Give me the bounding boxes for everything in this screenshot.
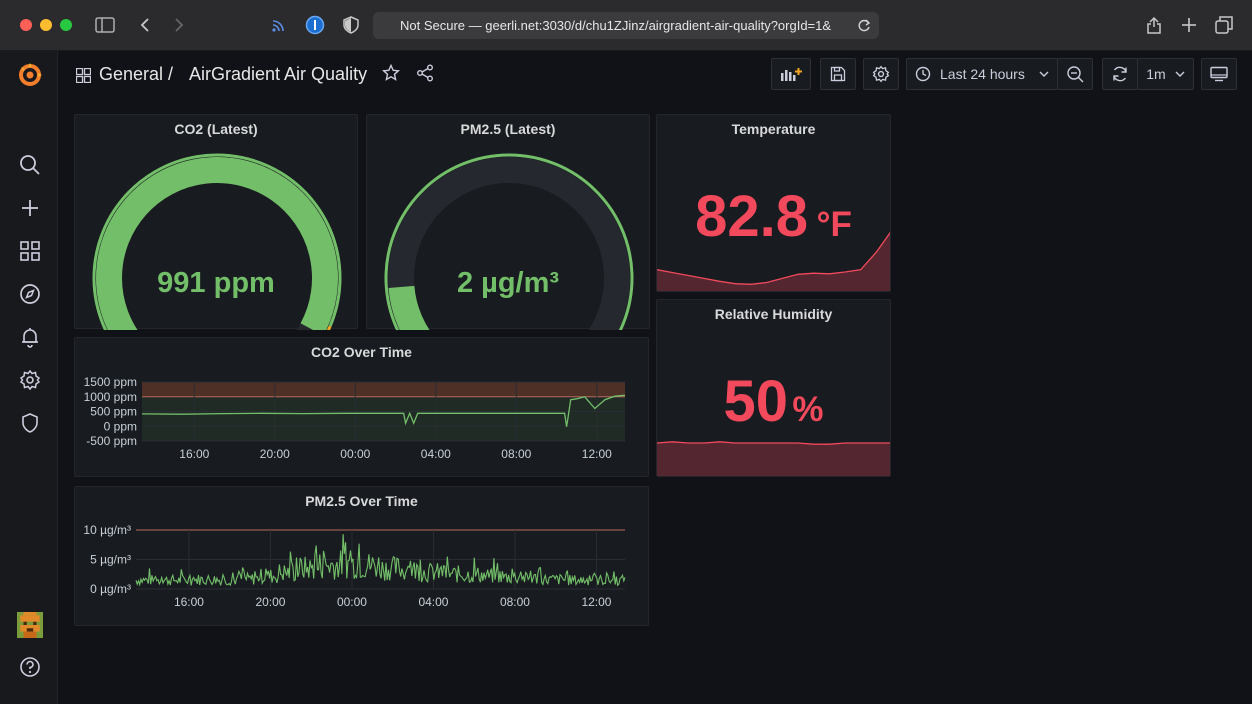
temperature-unit: °F <box>816 205 852 244</box>
monitor-icon <box>1210 66 1228 82</box>
reload-icon[interactable] <box>857 19 871 33</box>
x-tick-label: 00:00 <box>337 595 367 609</box>
humidity-stat: 50 % <box>657 368 890 435</box>
x-tick-label: 20:00 <box>260 447 290 461</box>
privacy-shield-icon[interactable] <box>339 13 363 37</box>
dashboard-settings-button[interactable] <box>863 58 899 90</box>
cycle-view-mode-button[interactable] <box>1201 58 1237 90</box>
alerting-bell-icon[interactable] <box>17 324 43 350</box>
dashboards-icon[interactable] <box>17 238 43 264</box>
close-window-button[interactable] <box>20 19 32 31</box>
y-tick-label: 5 µg/m³ <box>90 553 131 567</box>
time-range-picker[interactable]: Last 24 hours <box>906 58 1058 90</box>
settings-gear-icon <box>872 65 890 83</box>
y-tick-label: -500 ppm <box>86 434 137 448</box>
clock-icon <box>915 66 931 82</box>
refresh-interval-label: 1m <box>1146 66 1166 82</box>
x-tick-label: 04:00 <box>418 595 448 609</box>
co2-latest-value: 991 ppm <box>157 267 275 299</box>
search-icon[interactable] <box>17 152 43 178</box>
zoom-out-icon <box>1067 66 1084 83</box>
y-tick-label: 0 ppm <box>104 419 137 433</box>
temperature-value: 82.8 <box>695 184 809 249</box>
temperature-panel[interactable]: Temperature 82.8 °F <box>656 114 891 292</box>
dashboard-title[interactable]: AirGradient Air Quality <box>189 64 367 85</box>
co2-over-time-chart: 1500 ppm1000 ppm500 ppm0 ppm-500 ppm 16:0… <box>84 375 626 461</box>
tab-overview-icon[interactable] <box>1212 13 1236 37</box>
breadcrumb-separator: / <box>168 64 174 84</box>
chevron-down-icon <box>1039 71 1049 77</box>
save-dashboard-button[interactable] <box>820 58 856 90</box>
sidebar-toggle-icon[interactable] <box>93 13 117 37</box>
x-tick-label: 08:00 <box>501 447 531 461</box>
pm25-latest-value: 2 µg/m³ <box>456 267 560 299</box>
humidity-unit: % <box>792 390 824 429</box>
x-tick-label: 04:00 <box>421 447 451 461</box>
minimize-window-button[interactable] <box>40 19 52 31</box>
refresh-button[interactable] <box>1102 58 1138 90</box>
zoom-out-button[interactable] <box>1057 58 1093 90</box>
x-tick-label: 16:00 <box>174 595 204 609</box>
refresh-interval-picker[interactable]: 1m <box>1137 58 1194 90</box>
create-icon[interactable] <box>17 195 43 221</box>
forward-icon[interactable] <box>167 13 191 37</box>
x-tick-label: 12:00 <box>581 595 611 609</box>
star-icon[interactable] <box>382 64 400 82</box>
temperature-stat: 82.8 °F <box>657 183 890 250</box>
x-tick-label: 08:00 <box>500 595 530 609</box>
x-tick-label: 20:00 <box>255 595 285 609</box>
share-dashboard-icon[interactable] <box>416 64 434 82</box>
server-admin-shield-icon[interactable] <box>17 410 43 436</box>
refresh-interval-chevron-icon <box>1175 71 1185 77</box>
refresh-icon <box>1113 66 1127 82</box>
rss-icon[interactable] <box>267 13 291 37</box>
breadcrumb-folder[interactable]: General <box>99 64 163 85</box>
x-tick-label: 00:00 <box>340 447 370 461</box>
new-tab-icon[interactable] <box>1177 13 1201 37</box>
y-tick-label: 1500 ppm <box>84 375 137 389</box>
url-text: Not Secure — geerli.net:3030/d/chu1ZJinz… <box>400 18 832 33</box>
x-tick-label: 16:00 <box>179 447 209 461</box>
back-icon[interactable] <box>133 13 157 37</box>
y-tick-label: 0 µg/m³ <box>90 582 131 596</box>
humidity-panel[interactable]: Relative Humidity 50 % <box>656 299 891 477</box>
grafana-sidebar <box>0 51 58 704</box>
co2-over-time-panel[interactable]: CO2 Over Time 1500 ppm 1000 ppm 500 ppm 0 p… <box>74 337 649 477</box>
dashboard-grid-icon <box>76 68 91 83</box>
save-icon <box>830 66 846 82</box>
share-icon[interactable] <box>1142 13 1166 37</box>
grafana-logo-icon[interactable] <box>17 62 43 88</box>
x-tick-label: 12:00 <box>582 447 612 461</box>
co2-latest-panel[interactable]: CO2 (Latest) 991 ppm <box>74 114 358 330</box>
temperature-title: Temperature <box>731 121 816 137</box>
pm25-over-time-chart: 10 µg/m³ 5 µg/m³ 0 µg/m³ 16:00 20:00 00:00 04:… <box>83 523 626 609</box>
humidity-title: Relative Humidity <box>714 306 833 322</box>
dashboard-navbar: General / AirGradient Air Quality Last 2… <box>58 51 1252 101</box>
password-manager-icon[interactable] <box>303 13 327 37</box>
y-tick-label: 1000 ppm <box>84 390 137 404</box>
address-bar[interactable]: Not Secure — geerli.net:3030/d/chu1ZJinz… <box>373 12 879 39</box>
browser-toolbar: Not Secure — geerli.net:3030/d/chu1ZJinz… <box>0 0 1252 51</box>
help-icon[interactable] <box>17 654 43 680</box>
add-panel-button[interactable] <box>771 58 811 90</box>
y-tick-label: 500 ppm <box>90 405 137 419</box>
configuration-gear-icon[interactable] <box>17 367 43 393</box>
time-range-label: Last 24 hours <box>940 66 1025 82</box>
maximize-window-button[interactable] <box>60 19 72 31</box>
explore-compass-icon[interactable] <box>17 281 43 307</box>
user-avatar[interactable] <box>17 612 43 638</box>
pm25-latest-panel[interactable]: PM2.5 (Latest) 2 µg/m³ <box>366 114 650 330</box>
y-tick-label: 10 µg/m³ <box>83 523 131 537</box>
humidity-value: 50 <box>723 369 788 434</box>
pm25-over-time-panel[interactable]: PM2.5 Over Time 10 µg/m³ 5 µg/m³ 0 µg/m³ 16… <box>74 486 649 626</box>
